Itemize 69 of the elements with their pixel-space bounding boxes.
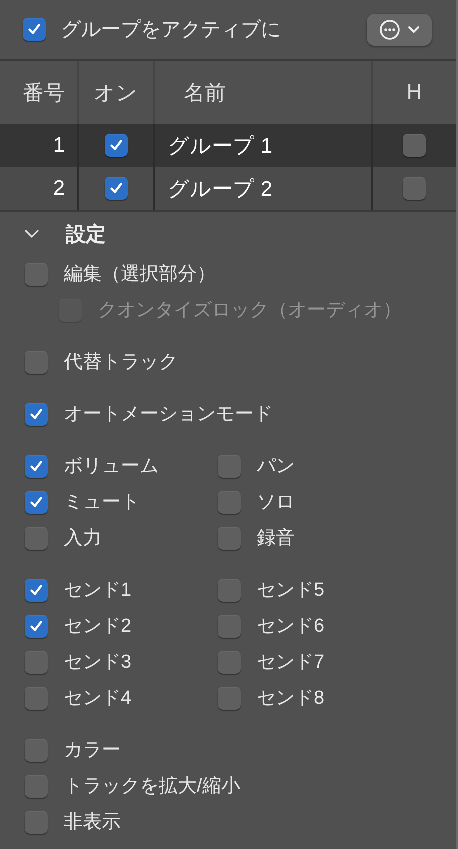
- checkbox[interactable]: [218, 614, 241, 638]
- checkbox[interactable]: [25, 650, 48, 674]
- option-label: 編集（選択部分）: [64, 263, 216, 287]
- on-checkbox[interactable]: [104, 134, 128, 157]
- checkbox[interactable]: [25, 350, 48, 374]
- checkbox[interactable]: [25, 454, 48, 478]
- checkmark-icon: [29, 406, 44, 422]
- column-header[interactable]: オン: [94, 78, 138, 106]
- group-name: グループ 2: [168, 176, 273, 202]
- hide-checkbox[interactable]: [403, 177, 426, 200]
- checkbox[interactable]: [218, 526, 241, 550]
- group-name: グループ 1: [168, 134, 273, 160]
- option-label: トラックを拡大/縮小: [64, 775, 240, 799]
- option-label: ソロ: [257, 491, 295, 515]
- option-label: センド8: [257, 687, 325, 711]
- checkbox[interactable]: [25, 774, 48, 798]
- table-row[interactable]: 2 グループ 2: [0, 167, 456, 210]
- checkmark-icon: [29, 494, 44, 510]
- option-label: センド4: [64, 687, 132, 711]
- checkbox[interactable]: [25, 614, 48, 638]
- checkbox[interactable]: [218, 454, 241, 478]
- row-number: 1: [53, 134, 65, 158]
- option-label: カラー: [64, 739, 121, 763]
- option-label: センド6: [257, 615, 325, 639]
- checkmark-icon: [29, 582, 44, 598]
- option-label: センド1: [64, 579, 132, 603]
- column-header[interactable]: H: [406, 80, 422, 104]
- option-label: 非表示: [64, 811, 121, 835]
- option-label: クオンタイズロック（オーディオ）: [98, 299, 402, 323]
- checkmark-icon: [29, 458, 44, 474]
- checkmark-icon: [29, 618, 44, 634]
- option-label: センド3: [64, 651, 132, 675]
- option-label: センド2: [64, 615, 132, 639]
- option-label: オートメーションモード: [64, 403, 273, 427]
- checkbox[interactable]: [218, 686, 241, 710]
- checkbox[interactable]: [25, 262, 48, 286]
- option-label: センド7: [257, 651, 325, 675]
- checkbox[interactable]: [25, 738, 48, 762]
- on-checkbox[interactable]: [104, 177, 128, 200]
- hide-checkbox[interactable]: [403, 134, 426, 157]
- caret-icon: [408, 26, 420, 34]
- checkbox[interactable]: [218, 650, 241, 674]
- checkbox[interactable]: [218, 578, 241, 602]
- column-header[interactable]: 名前: [184, 78, 226, 106]
- option-label: 入力: [64, 527, 102, 551]
- more-icon: [379, 18, 401, 40]
- checkbox[interactable]: [25, 526, 48, 550]
- row-number: 2: [53, 176, 65, 200]
- column-header[interactable]: 番号: [23, 78, 65, 106]
- option-label: センド5: [257, 579, 325, 603]
- table-row[interactable]: 1 グループ 1: [0, 124, 456, 167]
- checkbox[interactable]: [25, 686, 48, 710]
- option-label: 代替トラック: [64, 351, 178, 375]
- action-menu-button[interactable]: [367, 14, 432, 46]
- active-label: グループをアクティブに: [61, 18, 282, 43]
- checkbox[interactable]: [25, 578, 48, 602]
- checkmark-icon: [108, 138, 124, 153]
- checkbox[interactable]: [25, 402, 48, 426]
- option-label: ミュート: [64, 491, 140, 515]
- active-checkbox[interactable]: [23, 18, 46, 41]
- checkmark-icon: [108, 181, 124, 196]
- option-label: ボリューム: [64, 455, 159, 479]
- checkmark-icon: [27, 22, 42, 37]
- checkbox[interactable]: [218, 490, 241, 514]
- checkbox[interactable]: [25, 490, 48, 514]
- option-label: パン: [257, 455, 295, 479]
- section-title: 設定: [66, 222, 106, 248]
- checkbox[interactable]: [25, 810, 48, 834]
- option-label: 録音: [257, 527, 295, 551]
